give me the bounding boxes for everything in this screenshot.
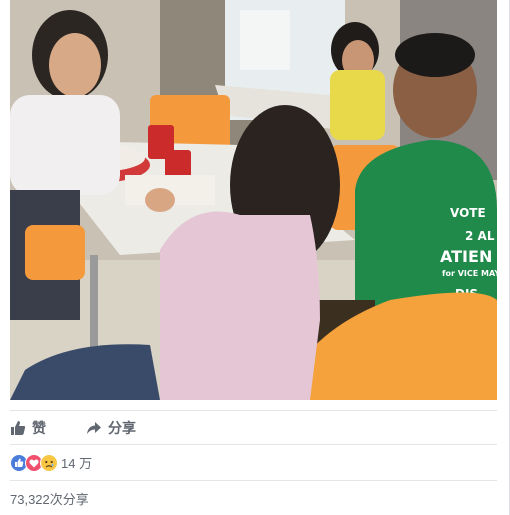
thumbs-up-icon — [10, 420, 26, 436]
post-card: VOTE 2 AL ATIEN for VICE MAYO DIS 赞 — [0, 0, 510, 515]
share-count[interactable]: 73,322次分享 — [10, 480, 497, 515]
share-count-text: 73,322次分享 — [10, 491, 89, 507]
post-photo[interactable]: VOTE 2 AL ATIEN for VICE MAYO DIS — [10, 0, 497, 400]
sad-reaction-icon — [40, 453, 58, 472]
reaction-icons — [10, 453, 58, 472]
reactions-summary[interactable]: 14 万 — [10, 444, 497, 480]
shirt-text-vice-mayor: for VICE MAYO — [442, 269, 497, 278]
shirt-text-vote: VOTE — [450, 206, 486, 220]
share-label: 分享 — [108, 419, 136, 436]
post-actions-bar: 赞 分享 — [10, 410, 497, 444]
like-button[interactable]: 赞 — [10, 418, 46, 438]
shirt-text-2al: 2 AL — [465, 229, 495, 243]
shirt-text-atien: ATIEN — [440, 247, 492, 266]
reaction-count: 14 万 — [61, 456, 93, 471]
share-button[interactable]: 分享 — [86, 418, 136, 438]
share-arrow-icon — [86, 420, 102, 436]
like-label: 赞 — [32, 419, 46, 436]
